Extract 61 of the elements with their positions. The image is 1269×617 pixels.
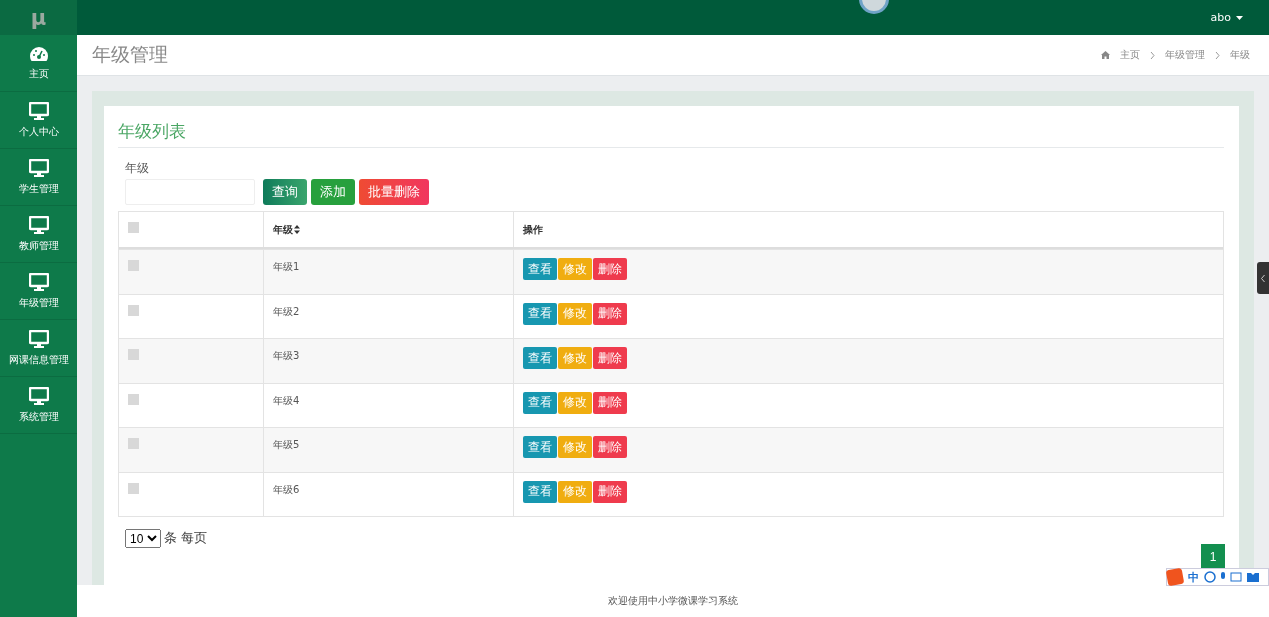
monitor-icon <box>28 158 49 177</box>
monitor-icon <box>28 101 49 120</box>
table-cell: 年级6 <box>273 483 300 495</box>
view-button[interactable]: 查看 <box>523 436 557 458</box>
edit-button[interactable]: 修改 <box>558 347 592 369</box>
checkbox[interactable] <box>128 349 139 360</box>
delete-button[interactable]: 删除 <box>593 258 627 280</box>
chevron-icon <box>1215 51 1220 59</box>
view-button[interactable]: 查看 <box>523 391 557 414</box>
brand-logo: μ <box>30 5 47 30</box>
monitor-icon <box>28 272 49 291</box>
edit-button[interactable]: 修改 <box>558 391 592 414</box>
card-title: 年级列表 <box>118 120 1224 148</box>
delete-button[interactable]: 删除 <box>593 347 627 369</box>
side-toggle-handle[interactable] <box>1257 262 1269 294</box>
view-button[interactable]: 查看 <box>523 302 557 325</box>
search-button[interactable]: 查询 <box>263 179 307 205</box>
monitor-icon <box>28 386 49 405</box>
edit-button[interactable]: 修改 <box>558 436 592 458</box>
view-button[interactable]: 查看 <box>523 480 557 503</box>
delete-button[interactable]: 删除 <box>593 391 627 414</box>
checkbox[interactable] <box>128 304 139 316</box>
checkbox[interactable] <box>128 438 139 449</box>
monitor-icon <box>28 215 49 234</box>
delete-button[interactable]: 删除 <box>593 480 627 503</box>
table-cell: 年级2 <box>273 305 300 317</box>
delete-button[interactable]: 批量删除 <box>359 179 429 205</box>
field-label: 年级 <box>125 160 150 177</box>
page-size-select[interactable]: 10 <box>125 529 161 548</box>
view-button[interactable]: 查看 <box>523 258 557 280</box>
column-header: 操作 <box>523 222 543 237</box>
checkbox[interactable] <box>128 393 139 405</box>
column-header[interactable]: 年级 <box>273 222 300 237</box>
table-cell: 年级4 <box>273 394 300 406</box>
caret-icon <box>1236 15 1243 20</box>
checkbox[interactable] <box>128 222 139 233</box>
page-title: 年级管理 <box>92 42 168 67</box>
delete-button[interactable]: 删除 <box>593 436 627 458</box>
home-icon <box>1101 51 1110 59</box>
view-button[interactable]: 查看 <box>523 347 557 369</box>
checkbox[interactable] <box>128 260 139 271</box>
page-button[interactable]: 1 <box>1201 544 1225 569</box>
ime-toolbar[interactable]: 中 <box>1166 568 1269 586</box>
dashboard-icon <box>28 45 49 62</box>
edit-button[interactable]: 修改 <box>558 258 592 280</box>
checkbox[interactable] <box>128 482 139 494</box>
edit-button[interactable]: 修改 <box>558 480 592 503</box>
table-cell: 年级3 <box>273 350 300 361</box>
breadcrumb-link[interactable]: 主页 <box>1120 48 1140 62</box>
add-button[interactable]: 添加 <box>311 179 355 205</box>
sort-icon <box>294 225 300 234</box>
delete-button[interactable]: 删除 <box>593 302 627 325</box>
page-size-label: 条 每页 <box>164 530 207 547</box>
user-menu[interactable]: abo <box>1210 11 1243 24</box>
table-cell: 年级1 <box>273 261 300 272</box>
edit-button[interactable]: 修改 <box>558 302 592 325</box>
chevron-icon <box>1150 51 1155 59</box>
monitor-icon <box>28 329 49 348</box>
table-cell: 年级5 <box>273 439 300 450</box>
breadcrumb-link[interactable]: 年级管理 <box>1165 48 1205 62</box>
footer-text: 欢迎使用中小学微课学习系统 <box>608 594 738 608</box>
